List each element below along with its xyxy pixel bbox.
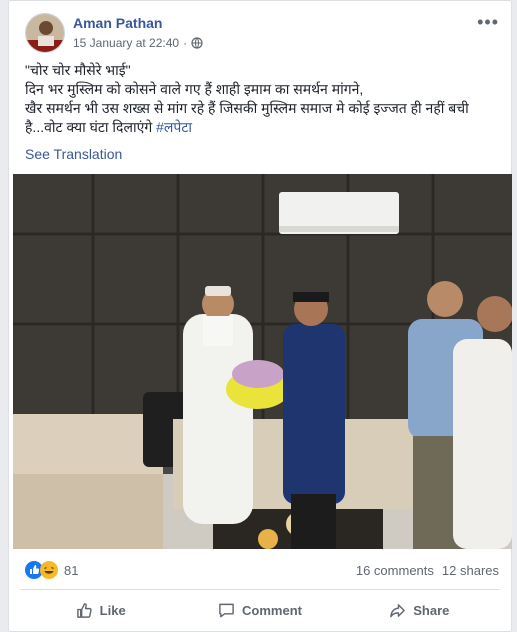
share-label: Share: [413, 602, 450, 618]
post-text-line: खैर समर्थन भी उस शख्स से मांग रहे हैं जि…: [25, 100, 469, 116]
comments-shares: 16 comments 12 shares: [356, 563, 499, 578]
see-translation-link[interactable]: See Translation: [25, 146, 122, 162]
comment-icon: [219, 603, 234, 617]
hashtag-link[interactable]: #लपेटा: [156, 119, 192, 135]
post-meta: 15 January at 22:40 ·: [73, 36, 203, 50]
post-text-line: "चोर चोर मौसेरे भाई": [25, 62, 131, 78]
reaction-count: 81: [64, 562, 79, 578]
share-icon: [390, 603, 406, 617]
post-header: Aman Pathan 15 January at 22:40 · •••: [25, 13, 499, 53]
shares-count[interactable]: 12 shares: [442, 563, 499, 578]
comment-label: Comment: [242, 602, 302, 618]
share-button[interactable]: Share: [340, 593, 499, 627]
like-label: Like: [99, 602, 126, 618]
post-text: "चोर चोर मौसेरे भाई" दिन भर मुस्लिम को क…: [25, 61, 497, 137]
like-button[interactable]: Like: [21, 593, 180, 627]
comment-button[interactable]: Comment: [180, 593, 339, 627]
like-icon: [76, 602, 92, 618]
haha-reaction-icon: [40, 561, 58, 579]
more-options-icon[interactable]: •••: [477, 13, 499, 31]
post-text-last: है...वोट क्या घंटा दिलाएंगे: [25, 119, 157, 135]
post-stats: 81 16 comments 12 shares: [25, 559, 499, 581]
post-actions: Like Comment Share: [21, 593, 499, 627]
post-card: Aman Pathan 15 January at 22:40 · ••• "च…: [8, 0, 512, 632]
post-text-line: दिन भर मुस्लिम को कोसने वाले गए हैं शाही…: [25, 81, 364, 97]
author-name[interactable]: Aman Pathan: [73, 15, 162, 31]
post-timestamp[interactable]: 15 January at 22:40: [73, 36, 179, 50]
post-text-line: है...वोट क्या घंटा दिलाएंगे #लपेटा: [25, 118, 497, 137]
comments-count[interactable]: 16 comments: [356, 563, 434, 578]
post-photo[interactable]: [13, 174, 512, 549]
author-avatar[interactable]: [25, 13, 65, 53]
reactions-summary[interactable]: 81: [25, 561, 78, 579]
actions-divider: [21, 589, 499, 590]
globe-icon[interactable]: [191, 37, 203, 49]
